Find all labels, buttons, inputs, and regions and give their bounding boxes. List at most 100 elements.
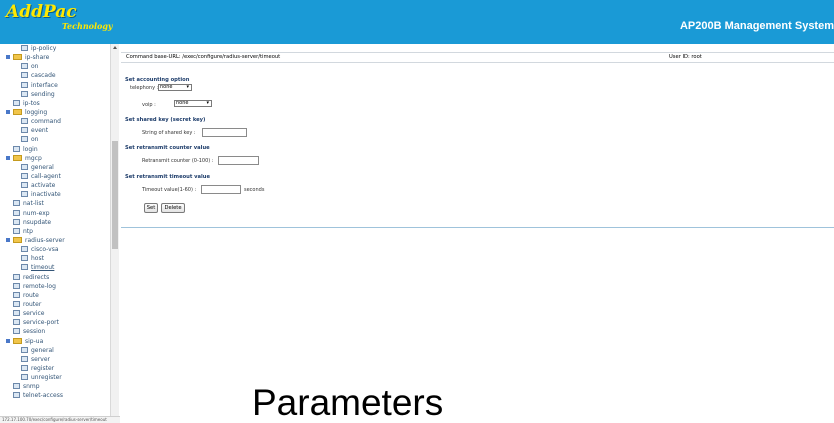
tree-item-timeout[interactable]: timeout: [0, 263, 110, 272]
tree-item-telnet-access[interactable]: telnet-access: [0, 391, 110, 400]
tree-item-mgcp[interactable]: mgcp: [0, 154, 110, 163]
settings-form: Set accounting option telephony : none ▾…: [121, 69, 834, 228]
tree-item-on[interactable]: on: [0, 135, 110, 144]
tree-item-label: on: [31, 63, 39, 71]
shared-key-input[interactable]: [202, 128, 247, 137]
main-panel: Command base-URL: /exec/configure/radius…: [121, 44, 834, 423]
voip-label: voip :: [142, 102, 156, 108]
user-id: User ID: root: [669, 54, 702, 60]
tree-item-label: redirects: [23, 273, 50, 281]
tree-item-register[interactable]: register: [0, 364, 110, 373]
tree-item-on[interactable]: on: [0, 62, 110, 71]
expand-icon[interactable]: [6, 155, 10, 160]
tree-item-host[interactable]: host: [0, 254, 110, 263]
tree-item-logging[interactable]: logging: [0, 108, 110, 117]
tree-item-nat-list[interactable]: nat-list: [0, 199, 110, 208]
page-icon: [13, 99, 20, 106]
tree-item-num-exp[interactable]: num-exp: [0, 209, 110, 218]
tree-item-inactivate[interactable]: inactivate: [0, 190, 110, 199]
voip-select[interactable]: none ▾: [174, 100, 212, 107]
tree-item-label: ip-tos: [23, 99, 40, 107]
set-button[interactable]: Set: [144, 203, 158, 213]
chevron-down-icon: ▾: [206, 100, 209, 106]
tree-item-event[interactable]: event: [0, 126, 110, 135]
tree-item-label: activate: [31, 182, 56, 190]
tree-item-ip-tos[interactable]: ip-tos: [0, 99, 110, 108]
tree-item-label: logging: [25, 108, 48, 116]
tree-item-label: mgcp: [25, 154, 42, 162]
tree-item-label: timeout: [31, 264, 55, 272]
tree-item-general[interactable]: general: [0, 163, 110, 172]
tree-item-label: telnet-access: [23, 392, 63, 400]
tree-item-unregister[interactable]: unregister: [0, 373, 110, 382]
tree-item-service-port[interactable]: service-port: [0, 318, 110, 327]
tree-item-command[interactable]: command: [0, 117, 110, 126]
tree-item-login[interactable]: login: [0, 145, 110, 154]
tree-item-radius-server[interactable]: radius-server: [0, 236, 110, 245]
page-icon: [21, 172, 28, 179]
folder-icon: [13, 337, 22, 344]
tree-item-interface[interactable]: interface: [0, 81, 110, 90]
tree-item-ip-policy[interactable]: ip-policy: [0, 44, 110, 53]
logo-sub-text: Technology: [62, 21, 113, 31]
tree-item-server[interactable]: server: [0, 355, 110, 364]
tree-item-general[interactable]: general: [0, 346, 110, 355]
page-icon: [13, 145, 20, 152]
sidebar-scrollbar[interactable]: [110, 44, 119, 416]
tree-item-ntp[interactable]: ntp: [0, 227, 110, 236]
tree-item-label: router: [23, 300, 42, 308]
status-bar: 172.17.100.70/exec/configure/radius-serv…: [0, 416, 120, 423]
expand-icon[interactable]: [6, 237, 10, 242]
scroll-up-icon[interactable]: [113, 46, 117, 49]
tree-item-cascade[interactable]: cascade: [0, 71, 110, 80]
tree-item-remote-log[interactable]: remote-log: [0, 282, 110, 291]
tree-item-cisco-vsa[interactable]: cisco-vsa: [0, 245, 110, 254]
tree-item-label: call-agent: [31, 172, 61, 180]
tree-item-nsupdate[interactable]: nsupdate: [0, 218, 110, 227]
tree-item-label: route: [23, 291, 39, 299]
telephony-select[interactable]: none ▾: [158, 84, 192, 91]
expand-icon[interactable]: [6, 109, 10, 114]
tree-item-sending[interactable]: sending: [0, 90, 110, 99]
page-icon: [13, 291, 20, 298]
telephony-value: none: [160, 84, 173, 90]
tree-item-redirects[interactable]: redirects: [0, 273, 110, 282]
config-tree: ip-policy ip-share on cascade interface sendi…: [0, 44, 110, 400]
page-icon: [21, 45, 28, 51]
tree-item-call-agent[interactable]: call-agent: [0, 172, 110, 181]
delete-button[interactable]: Delete: [161, 203, 185, 213]
page-icon: [21, 136, 28, 143]
tree-item-router[interactable]: router: [0, 300, 110, 309]
page-icon: [13, 328, 20, 335]
tree-item-label: interface: [31, 81, 58, 89]
tree-item-service[interactable]: service: [0, 309, 110, 318]
expand-icon[interactable]: [6, 338, 10, 343]
page-icon: [21, 182, 28, 189]
tree-item-label: register: [31, 364, 55, 372]
tree-item-label: num-exp: [23, 209, 50, 217]
page-icon: [21, 81, 28, 88]
tree-item-label: nat-list: [23, 200, 44, 208]
tree-item-label: command: [31, 118, 61, 126]
timeout-input[interactable]: [201, 185, 241, 194]
retransmit-section-title: Set retransmit counter value: [125, 145, 210, 151]
page-icon: [13, 383, 20, 390]
tree-item-sip-ua[interactable]: sip-ua: [0, 337, 110, 346]
expand-icon[interactable]: [6, 55, 10, 60]
tree-item-label: event: [31, 127, 49, 135]
page-icon: [21, 246, 28, 253]
tree-item-activate[interactable]: activate: [0, 181, 110, 190]
tree-item-session[interactable]: session: [0, 327, 110, 336]
tree-item-route[interactable]: route: [0, 291, 110, 300]
scroll-thumb[interactable]: [112, 141, 118, 249]
timeout-unit: seconds: [244, 187, 265, 193]
page-icon: [21, 163, 28, 170]
tree-item-label: ip-policy: [31, 45, 57, 52]
sidebar: ip-policy ip-share on cascade interface sendi…: [0, 44, 120, 423]
tree-item-label: ip-share: [25, 54, 50, 62]
tree-item-ip-share[interactable]: ip-share: [0, 53, 110, 62]
retransmit-input[interactable]: [218, 156, 259, 165]
tree-item-label: inactivate: [31, 191, 61, 199]
tree-item-snmp[interactable]: snmp: [0, 382, 110, 391]
page-icon: [13, 319, 20, 326]
